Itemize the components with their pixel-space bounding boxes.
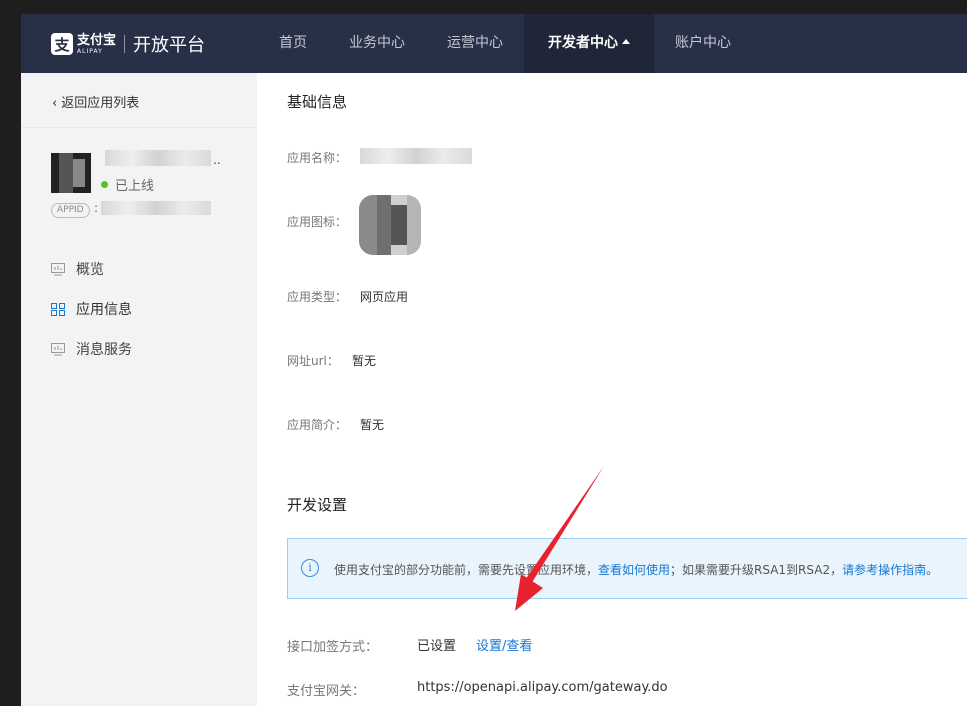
appid-tag: APPID	[51, 203, 90, 218]
caret-up-icon	[622, 39, 630, 44]
app-name-value-redacted	[360, 148, 472, 164]
nav-item-developer[interactable]: 开发者中心	[524, 14, 654, 73]
alipay-logo[interactable]: 支 支付宝 ALIPAY 开放平台	[51, 31, 205, 57]
sign-method-value: 已设置	[417, 639, 457, 654]
how-to-use-link[interactable]: 查看如何使用	[598, 563, 670, 577]
app-icon-redacted	[359, 195, 421, 255]
notice-text: 使用支付宝的部分功能前，需要先设置应用环境，查看如何使用；如果需要升级RSA1到…	[334, 561, 938, 578]
sidebar-item-overview[interactable]: 概览	[51, 249, 132, 289]
sidebar: ‹ 返回应用列表 .. 已上线 APPID : 概览 应用信息 消息服务	[21, 73, 257, 706]
chevron-left-icon: ‹	[52, 96, 58, 111]
sidebar-menu: 概览 应用信息 消息服务	[51, 249, 132, 369]
logo-divider	[124, 35, 126, 53]
sidebar-item-app-info-label: 应用信息	[76, 302, 132, 318]
logo-brand-en: ALIPAY	[77, 47, 103, 55]
nav-item-business[interactable]: 业务中心	[328, 14, 426, 73]
grid-icon	[51, 302, 65, 316]
status-online-dot	[101, 181, 108, 188]
sidebar-item-app-info[interactable]: 应用信息	[51, 289, 132, 329]
app-status: 已上线	[101, 175, 154, 194]
notice-text-part-3: 。	[926, 563, 939, 577]
appid-colon: :	[94, 201, 99, 215]
operation-guide-link[interactable]: 请参考操作指南	[842, 563, 926, 577]
app-window: 支 支付宝 ALIPAY 开放平台 首页 业务中心 运营中心 开发者中心 账户中…	[21, 14, 967, 706]
app-type-label: 应用类型：	[287, 290, 348, 304]
gateway-value: https://openapi.alipay.com/gateway.do	[417, 680, 668, 695]
back-to-app-list-link[interactable]: ‹ 返回应用列表	[52, 92, 139, 111]
gateway-label: 支付宝网关：	[287, 684, 366, 699]
app-desc-value: 暂无	[360, 418, 385, 432]
sidebar-divider	[21, 127, 257, 128]
basic-info-title: 基础信息	[287, 93, 348, 111]
app-name-label: 应用名称：	[287, 151, 348, 165]
nav-item-account[interactable]: 账户中心	[654, 14, 752, 73]
url-value: 暂无	[352, 354, 377, 368]
app-type-value: 网页应用	[360, 290, 409, 304]
top-navigation-bar: 支 支付宝 ALIPAY 开放平台 首页 业务中心 运营中心 开发者中心 账户中…	[21, 14, 967, 73]
nav-item-home[interactable]: 首页	[258, 14, 328, 73]
app-name-ellipsis: ..	[213, 153, 221, 167]
logo-brand-cn: 支付宝	[77, 32, 117, 48]
main-content: 基础信息 应用名称： 应用图标： 应用类型： 网页应用 网址url： 暂无 应用…	[257, 73, 967, 706]
app-name-redacted	[105, 150, 211, 166]
nav-item-operations[interactable]: 运营中心	[426, 14, 524, 73]
chart-icon	[51, 262, 65, 275]
back-label: 返回应用列表	[61, 96, 140, 111]
app-icon-label: 应用图标：	[287, 215, 348, 229]
sign-method-label: 接口加签方式：	[287, 640, 379, 655]
chart-icon	[51, 342, 65, 355]
app-desc-label: 应用简介：	[287, 418, 348, 432]
status-label: 已上线	[115, 179, 155, 194]
sidebar-item-message-service[interactable]: 消息服务	[51, 329, 132, 369]
main-nav: 首页 业务中心 运营中心 开发者中心 账户中心	[258, 14, 752, 73]
url-label: 网址url：	[287, 354, 339, 368]
dev-settings-title: 开发设置	[287, 496, 348, 514]
info-icon: i	[301, 559, 319, 577]
info-notice-banner: i 使用支付宝的部分功能前，需要先设置应用环境，查看如何使用；如果需要升级RSA…	[287, 538, 967, 599]
app-avatar-redacted	[51, 153, 91, 193]
appid-redacted	[101, 201, 211, 215]
sign-settings-link[interactable]: 设置/查看	[476, 635, 532, 654]
sidebar-item-message-service-label: 消息服务	[76, 342, 132, 358]
notice-text-part-2: ；如果需要升级RSA1到RSA2，	[670, 563, 843, 577]
alipay-logo-icon: 支	[51, 33, 73, 55]
sidebar-item-overview-label: 概览	[76, 262, 104, 278]
platform-title: 开放平台	[133, 35, 206, 56]
nav-item-developer-label: 开发者中心	[548, 35, 618, 51]
notice-text-part-1: 使用支付宝的部分功能前，需要先设置应用环境，	[334, 563, 599, 577]
